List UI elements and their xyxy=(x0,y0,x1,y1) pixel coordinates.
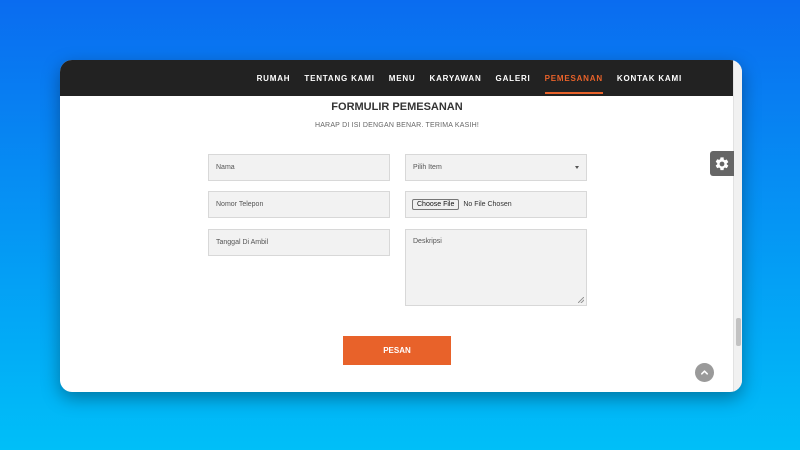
chevron-down-icon xyxy=(575,166,579,169)
nav-item-menu[interactable]: MENU xyxy=(389,70,416,87)
name-placeholder: Nama xyxy=(216,164,235,171)
pickup-date-field[interactable]: Tanggal Di Ambil xyxy=(208,229,390,256)
nav-item-galeri[interactable]: GALERI xyxy=(496,70,531,87)
nav-menu: RUMAH TENTANG KAMI MENU KARYAWAN GALERI … xyxy=(257,60,682,96)
item-select[interactable]: Pilih Item xyxy=(405,154,587,181)
page-scrollbar[interactable] xyxy=(733,60,742,392)
pickup-date-placeholder: Tanggal Di Ambil xyxy=(216,239,269,246)
chevron-up-icon xyxy=(700,370,709,375)
submit-order-button[interactable]: PESAN xyxy=(343,336,451,365)
gear-icon xyxy=(715,156,729,170)
nav-item-pemesanan[interactable]: PEMESANAN xyxy=(544,70,604,94)
file-upload-field: Choose File No File Chosen xyxy=(405,191,587,218)
nav-item-rumah[interactable]: RUMAH xyxy=(257,70,291,87)
nav-item-karyawan[interactable]: KARYAWAN xyxy=(430,70,482,87)
form-subtitle: HARAP DI ISI DENGAN BENAR. TERIMA KASIH! xyxy=(314,122,480,129)
description-placeholder: Deskripsi xyxy=(413,238,442,245)
resize-handle-icon[interactable] xyxy=(578,297,584,303)
file-status: No File Chosen xyxy=(463,201,512,208)
top-navbar: RUMAH TENTANG KAMI MENU KARYAWAN GALERI … xyxy=(60,60,734,96)
nav-item-kontak-kami[interactable]: KONTAK KAMI xyxy=(617,70,682,87)
phone-placeholder: Nomor Telepon xyxy=(216,201,264,208)
description-textarea[interactable]: Deskripsi xyxy=(405,229,587,306)
scroll-to-top-button[interactable] xyxy=(695,363,714,382)
phone-field[interactable]: Nomor Telepon xyxy=(208,191,390,218)
nav-item-tentang-kami[interactable]: TENTANG KAMI xyxy=(304,70,374,87)
settings-tab[interactable] xyxy=(710,151,734,176)
choose-file-button[interactable]: Choose File xyxy=(412,199,460,210)
name-field[interactable]: Nama xyxy=(208,154,390,181)
form-title: FORMULIR PEMESANAN xyxy=(331,101,463,113)
browser-window: RUMAH TENTANG KAMI MENU KARYAWAN GALERI … xyxy=(60,60,742,392)
scrollbar-thumb[interactable] xyxy=(736,318,741,346)
item-select-value: Pilih Item xyxy=(413,164,442,171)
